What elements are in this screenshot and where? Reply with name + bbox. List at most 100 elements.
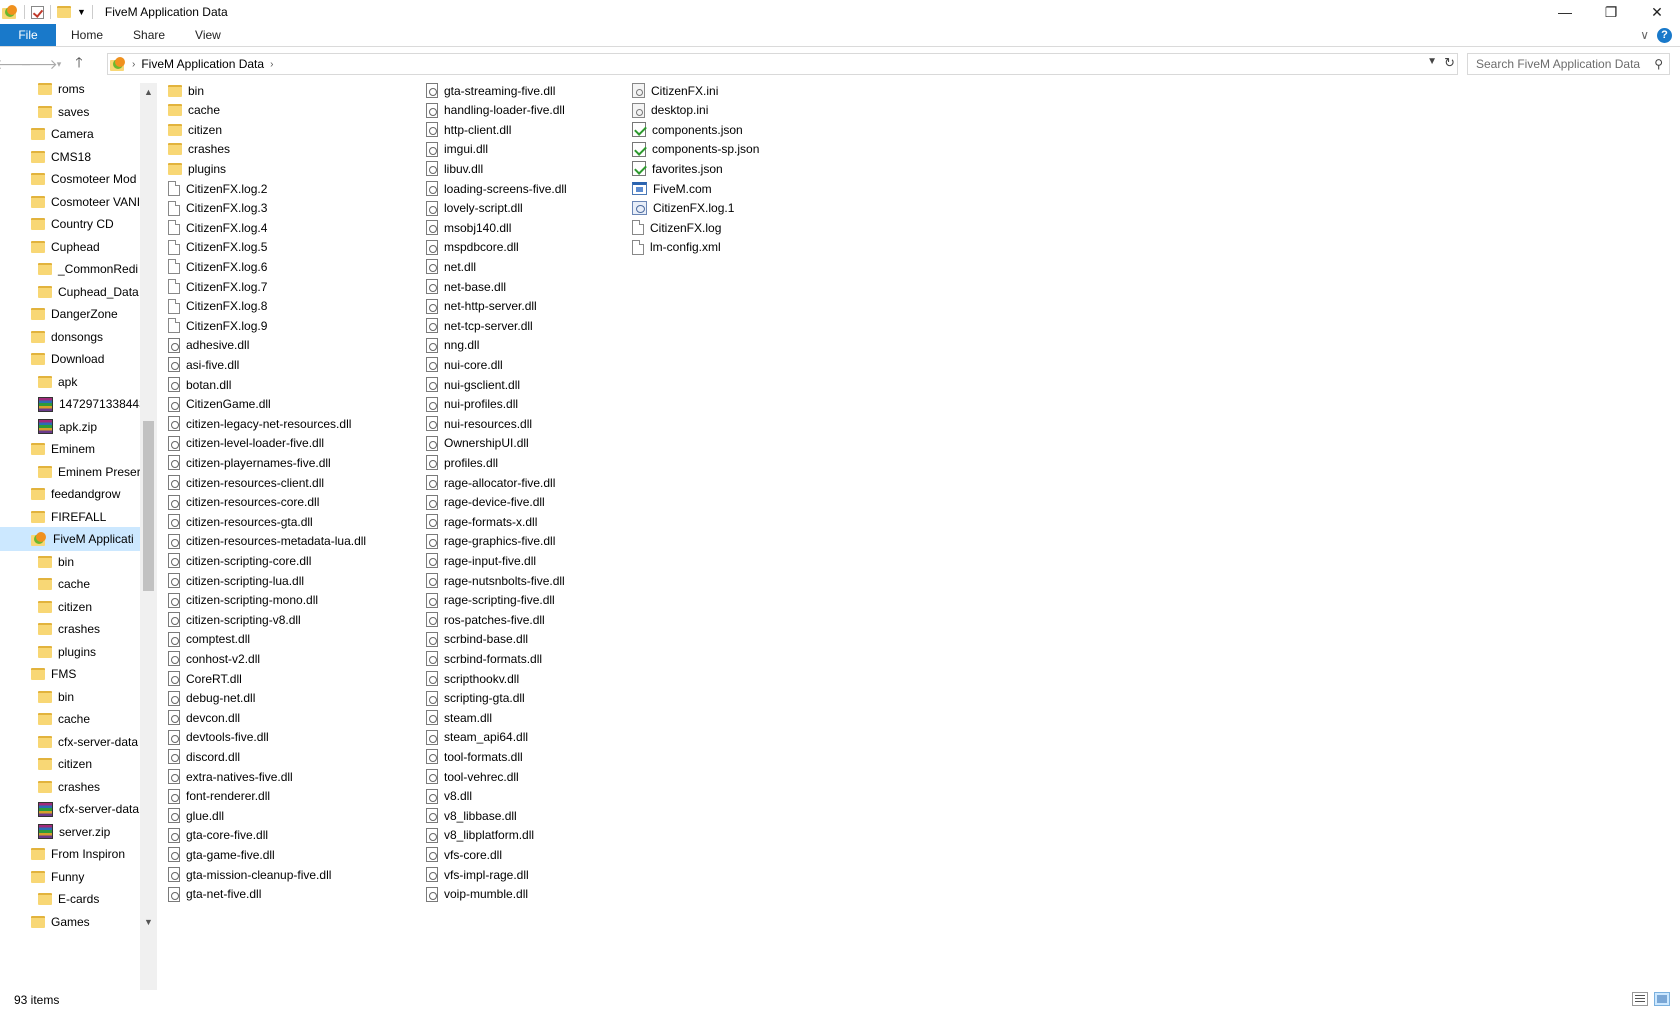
file-item[interactable]: FiveM.com bbox=[632, 178, 712, 199]
tab-view[interactable]: View bbox=[180, 24, 236, 46]
file-item[interactable]: lm-config.xml bbox=[632, 237, 721, 258]
nav-item[interactable]: server.zip bbox=[0, 820, 140, 844]
file-item[interactable]: conhost-v2.dll bbox=[168, 648, 260, 669]
file-item[interactable]: gta-mission-cleanup-five.dll bbox=[168, 864, 331, 885]
file-item[interactable]: citizen-scripting-core.dll bbox=[168, 550, 311, 571]
file-item[interactable]: adhesive.dll bbox=[168, 335, 249, 356]
file-item[interactable]: citizen-scripting-lua.dll bbox=[168, 570, 304, 591]
file-item[interactable]: vfs-impl-rage.dll bbox=[426, 864, 529, 885]
nav-item[interactable]: citizen bbox=[0, 752, 140, 776]
search-input[interactable]: Search FiveM Application Data ⚲ bbox=[1467, 53, 1670, 75]
file-item[interactable]: CitizenFX.log.5 bbox=[168, 237, 267, 258]
file-item[interactable]: devcon.dll bbox=[168, 707, 240, 728]
file-item[interactable]: rage-device-five.dll bbox=[426, 492, 545, 513]
nav-item[interactable]: crashes bbox=[0, 775, 140, 799]
file-item[interactable]: gta-game-five.dll bbox=[168, 844, 275, 865]
file-item[interactable]: lovely-script.dll bbox=[426, 198, 523, 219]
nav-item[interactable]: Games bbox=[0, 910, 140, 934]
customize-toolbar-chevron-icon[interactable]: ▼ bbox=[77, 7, 86, 17]
file-item[interactable]: bin bbox=[168, 80, 204, 101]
file-item[interactable]: comptest.dll bbox=[168, 629, 250, 650]
file-item[interactable]: net-base.dll bbox=[426, 276, 506, 297]
file-item[interactable]: scrbind-formats.dll bbox=[426, 648, 542, 669]
nav-item[interactable]: E-cards bbox=[0, 887, 140, 911]
nav-item[interactable]: apk bbox=[0, 370, 140, 394]
nav-item[interactable]: Camera bbox=[0, 122, 140, 146]
file-item[interactable]: citizen-resources-client.dll bbox=[168, 472, 324, 493]
address-bar[interactable]: › FiveM Application Data › ▼ ↻ bbox=[107, 53, 1458, 75]
nav-item[interactable]: cfx-server-data bbox=[0, 730, 140, 754]
file-item[interactable]: libuv.dll bbox=[426, 158, 483, 179]
file-item[interactable]: rage-graphics-five.dll bbox=[426, 531, 555, 552]
fivem-app-icon[interactable] bbox=[2, 5, 18, 19]
file-item[interactable]: rage-scripting-five.dll bbox=[426, 590, 555, 611]
nav-item[interactable]: Eminem bbox=[0, 437, 140, 461]
file-item[interactable]: citizen-scripting-v8.dll bbox=[168, 609, 301, 630]
nav-item[interactable]: citizen bbox=[0, 595, 140, 619]
nav-item[interactable]: Funny bbox=[0, 865, 140, 889]
nav-item[interactable]: bin bbox=[0, 685, 140, 709]
file-item[interactable]: scrbind-base.dll bbox=[426, 629, 528, 650]
file-item[interactable]: citizen bbox=[168, 119, 222, 140]
file-item[interactable]: citizen-resources-gta.dll bbox=[168, 511, 313, 532]
nav-item[interactable]: Cuphead_Data bbox=[0, 280, 140, 304]
nav-item[interactable]: Country CD bbox=[0, 212, 140, 236]
file-item[interactable]: CitizenFX.log.2 bbox=[168, 178, 267, 199]
file-item[interactable]: nui-gsclient.dll bbox=[426, 374, 520, 395]
forward-button[interactable]: 🡒 bbox=[20, 51, 58, 77]
file-item[interactable]: loading-screens-five.dll bbox=[426, 178, 567, 199]
file-item[interactable]: ros-patches-five.dll bbox=[426, 609, 545, 630]
file-item[interactable]: nng.dll bbox=[426, 335, 479, 356]
file-item[interactable]: CitizenFX.log.8 bbox=[168, 296, 267, 317]
file-item[interactable]: citizen-legacy-net-resources.dll bbox=[168, 413, 351, 434]
navigation-scrollbar[interactable]: ▲ ▼ bbox=[140, 83, 157, 990]
breadcrumb-fivem-application-data[interactable]: FiveM Application Data bbox=[141, 57, 264, 71]
nav-item[interactable]: FMS bbox=[0, 662, 140, 686]
file-item[interactable]: net-tcp-server.dll bbox=[426, 315, 533, 336]
file-item[interactable]: citizen-playernames-five.dll bbox=[168, 452, 331, 473]
new-folder-icon[interactable] bbox=[57, 6, 71, 18]
file-item[interactable]: steam.dll bbox=[426, 707, 492, 728]
scroll-up-icon[interactable]: ▲ bbox=[140, 83, 157, 100]
file-item[interactable]: rage-input-five.dll bbox=[426, 550, 536, 571]
up-button[interactable]: 🡑 bbox=[66, 51, 92, 77]
file-item[interactable]: crashes bbox=[168, 139, 230, 160]
file-item[interactable]: CitizenFX.log.6 bbox=[168, 256, 267, 277]
file-item[interactable]: tool-formats.dll bbox=[426, 746, 523, 767]
file-item[interactable]: nui-core.dll bbox=[426, 354, 503, 375]
file-item[interactable]: CitizenFX.log.4 bbox=[168, 217, 267, 238]
breadcrumb-chevron-icon[interactable]: › bbox=[132, 59, 135, 70]
file-item[interactable]: net.dll bbox=[426, 256, 476, 277]
properties-icon[interactable] bbox=[31, 5, 44, 19]
file-item[interactable]: tool-vehrec.dll bbox=[426, 766, 519, 787]
nav-item[interactable]: Cosmoteer Mod bbox=[0, 167, 140, 191]
nav-item[interactable]: _CommonRedi bbox=[0, 257, 140, 281]
file-item[interactable]: scripting-gta.dll bbox=[426, 688, 525, 709]
file-item[interactable]: CitizenFX.log.7 bbox=[168, 276, 267, 297]
file-item[interactable]: desktop.ini bbox=[632, 100, 708, 121]
file-item[interactable]: debug-net.dll bbox=[168, 688, 255, 709]
file-item[interactable]: components-sp.json bbox=[632, 139, 759, 160]
nav-item[interactable]: apk.zip bbox=[0, 415, 140, 439]
file-item[interactable]: asi-five.dll bbox=[168, 354, 239, 375]
minimize-button[interactable]: — bbox=[1542, 0, 1588, 24]
nav-item[interactable]: roms bbox=[0, 83, 140, 101]
file-item[interactable]: components.json bbox=[632, 119, 743, 140]
file-item[interactable]: CitizenFX.ini bbox=[632, 80, 718, 101]
file-item[interactable]: rage-nutsnbolts-five.dll bbox=[426, 570, 565, 591]
file-item[interactable]: discord.dll bbox=[168, 746, 240, 767]
file-item[interactable]: rage-allocator-five.dll bbox=[426, 472, 555, 493]
close-button[interactable]: ✕ bbox=[1634, 0, 1680, 24]
file-item[interactable]: botan.dll bbox=[168, 374, 231, 395]
file-item[interactable]: citizen-resources-core.dll bbox=[168, 492, 319, 513]
file-item[interactable]: devtools-five.dll bbox=[168, 727, 269, 748]
nav-item[interactable]: Cuphead bbox=[0, 235, 140, 259]
file-item[interactable]: gta-streaming-five.dll bbox=[426, 80, 555, 101]
file-item[interactable]: plugins bbox=[168, 158, 226, 179]
file-item[interactable]: cache bbox=[168, 100, 220, 121]
nav-item[interactable]: saves bbox=[0, 100, 140, 124]
nav-item[interactable]: plugins bbox=[0, 640, 140, 664]
tab-share[interactable]: Share bbox=[118, 24, 180, 46]
nav-item[interactable]: cfx-server-data bbox=[0, 797, 140, 821]
refresh-icon[interactable]: ↻ bbox=[1444, 55, 1455, 71]
